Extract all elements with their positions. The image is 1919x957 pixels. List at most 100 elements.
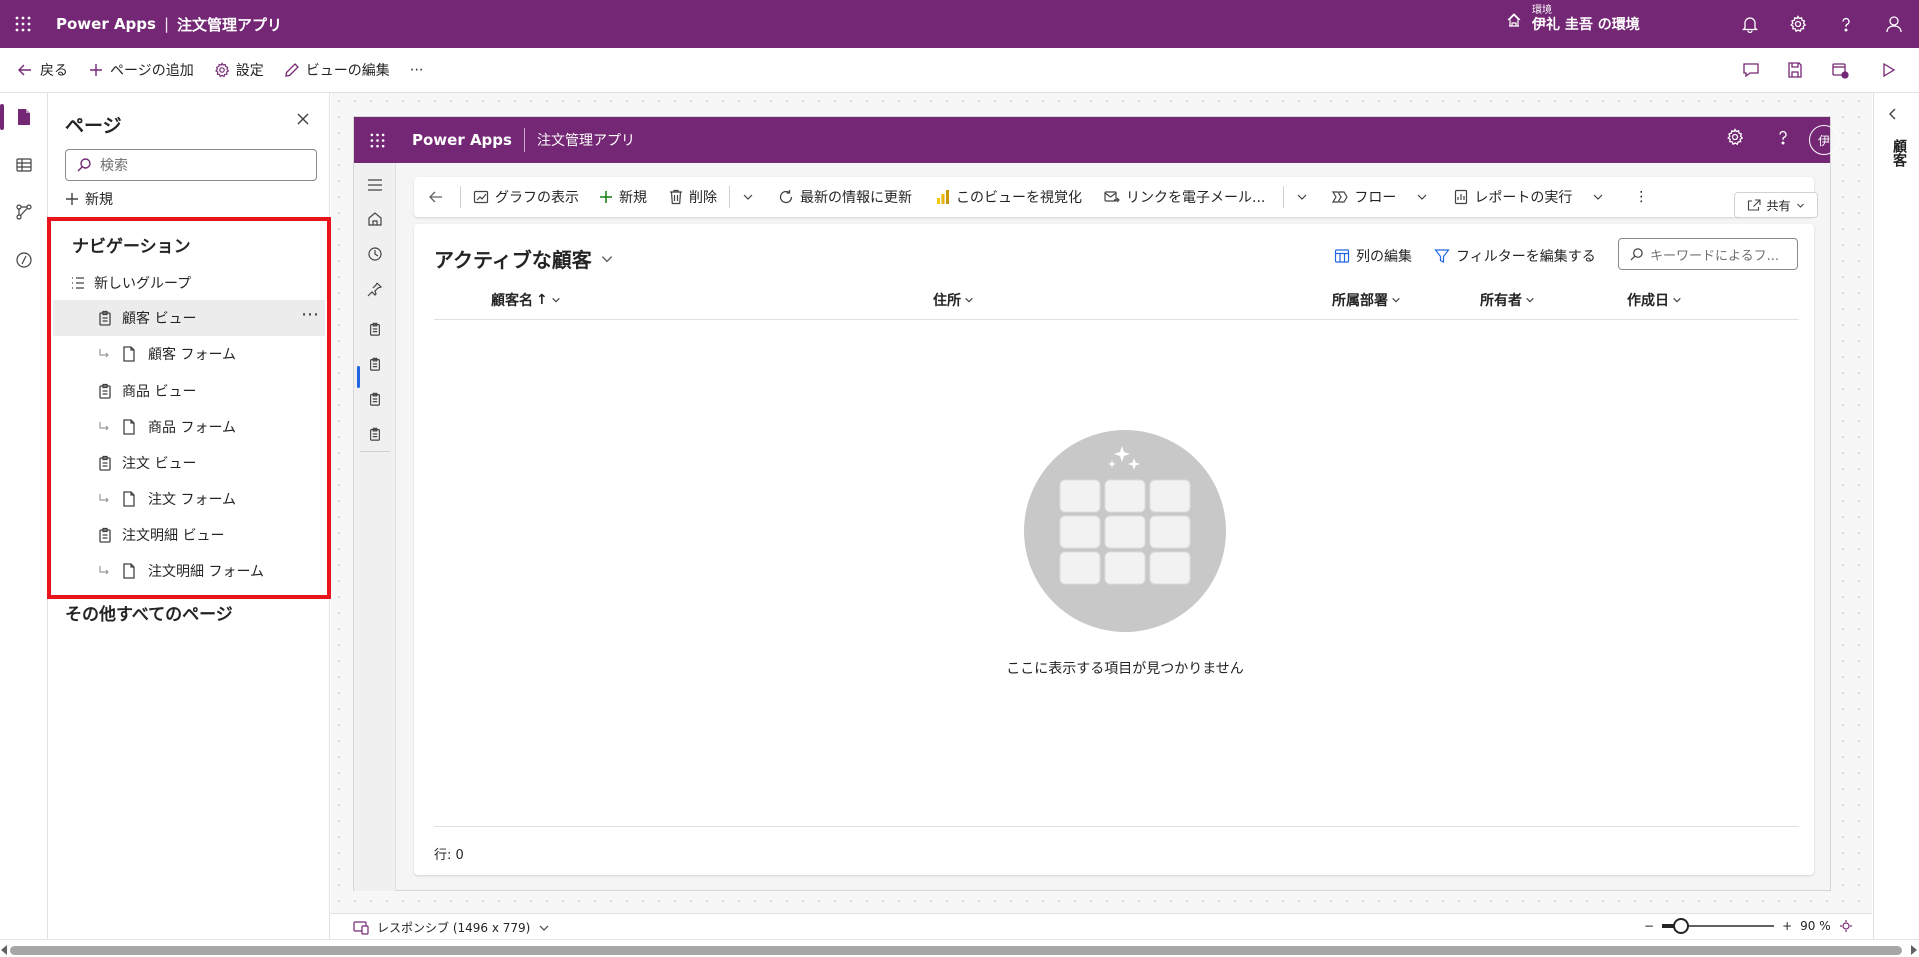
nav-item-order-form[interactable]: 注文 フォーム xyxy=(53,481,325,517)
add-page-button[interactable]: ページの追加 xyxy=(88,60,194,80)
delete-button[interactable]: 削除 xyxy=(669,187,717,207)
show-chart-label: グラフの表示 xyxy=(495,190,579,206)
keyword-filter-input[interactable]: キーワードによるフ... xyxy=(1618,238,1798,270)
add-page-label: ページの追加 xyxy=(110,63,194,79)
more-commands-button[interactable]: ⋯ xyxy=(410,62,424,78)
nav-item-product-form[interactable]: 商品 フォーム xyxy=(53,409,325,445)
view-selector[interactable]: アクティブな顧客 xyxy=(434,244,614,273)
refresh-button[interactable]: 最新の情報に更新 xyxy=(778,187,912,207)
group-list-icon xyxy=(72,277,84,289)
comments-icon[interactable] xyxy=(1739,58,1763,82)
zoom-slider-thumb[interactable] xyxy=(1673,918,1690,934)
show-chart-button[interactable]: グラフの表示 xyxy=(473,187,579,207)
zoom-in-button[interactable]: + xyxy=(1782,919,1792,933)
email-link-button[interactable]: リンクを電子メール... xyxy=(1104,187,1265,207)
settings-button[interactable]: 設定 xyxy=(214,60,264,80)
nav-item-order-detail-form[interactable]: 注文明細 フォーム xyxy=(53,553,325,589)
column-header-created-on[interactable]: 作成日 xyxy=(1627,290,1682,310)
notifications-icon[interactable] xyxy=(1738,12,1762,36)
column-header-customer-name[interactable]: 顧客名 ↑ xyxy=(491,290,561,310)
environment-picker[interactable]: 環境 伊礼 圭吾 の環境 xyxy=(1506,5,1640,34)
edit-columns-button[interactable]: 列の編集 xyxy=(1334,246,1412,266)
scroll-right-arrow-icon[interactable] xyxy=(1911,945,1917,955)
back-arrow-icon[interactable] xyxy=(428,189,444,205)
chart-icon xyxy=(473,190,489,204)
share-button[interactable]: 共有 xyxy=(1734,192,1818,218)
column-header-owner[interactable]: 所有者 xyxy=(1480,290,1535,310)
nav-group[interactable]: 新しいグループ xyxy=(70,273,191,293)
scroll-left-arrow-icon[interactable] xyxy=(1,945,7,955)
nav-item-order-view[interactable]: 注文 ビュー xyxy=(53,445,325,481)
responsive-size-picker[interactable]: レスポンシブ (1496 x 779) xyxy=(353,919,550,936)
nav-item-product-view[interactable]: 商品 ビュー xyxy=(53,373,325,409)
column-header-address[interactable]: 住所 xyxy=(933,290,974,310)
edit-view-button[interactable]: ビューの編集 xyxy=(284,60,390,80)
tables-icon[interactable] xyxy=(12,153,36,177)
refresh-label: 最新の情報に更新 xyxy=(800,190,912,206)
recent-icon[interactable] xyxy=(365,244,385,264)
chevron-down-icon xyxy=(965,297,973,303)
flow-button[interactable]: フロー xyxy=(1332,187,1428,207)
new-page-button[interactable]: 新規 xyxy=(65,189,113,209)
play-icon[interactable] xyxy=(1876,58,1900,82)
home-icon[interactable] xyxy=(365,209,385,229)
horizontal-scrollbar[interactable] xyxy=(0,939,1919,957)
edit-filters-button[interactable]: フィルターを編集する xyxy=(1434,246,1596,266)
all-other-pages-title[interactable]: その他すべてのページ xyxy=(65,600,233,625)
nav-item-label: 注文明細 ビュー xyxy=(122,528,225,544)
app-launcher-icon[interactable] xyxy=(0,0,46,48)
nav-item-order-detail-view[interactable]: 注文明細 ビュー xyxy=(53,517,325,553)
nav-item-customer-view[interactable]: 顧客 ビュー ⋯ xyxy=(53,300,325,336)
pages-icon[interactable] xyxy=(12,105,36,129)
account-icon[interactable] xyxy=(1882,12,1906,36)
app-launcher-icon[interactable] xyxy=(354,133,400,148)
sitemap-order-detail-view-icon[interactable] xyxy=(365,424,385,444)
publish-icon[interactable] xyxy=(1828,58,1852,82)
zoom-out-button[interactable]: − xyxy=(1644,919,1654,933)
sitemap-customer-view-icon[interactable] xyxy=(365,319,385,339)
pages-search-input[interactable]: 検索 xyxy=(65,149,317,181)
zoom-slider[interactable] xyxy=(1662,918,1775,934)
toolbar-separator xyxy=(460,186,461,208)
email-dropdown-chevron-icon[interactable] xyxy=(1296,191,1308,203)
device-icon xyxy=(353,920,369,935)
edit-filters-label: フィルターを編集する xyxy=(1456,249,1596,265)
scrollbar-thumb[interactable] xyxy=(10,946,1902,955)
hamburger-icon[interactable] xyxy=(365,175,385,195)
settings-gear-icon[interactable] xyxy=(1786,12,1810,36)
pinned-icon[interactable] xyxy=(365,279,385,299)
app-preview-name: 注文管理アプリ xyxy=(536,133,635,149)
app-settings-icon[interactable] xyxy=(1726,128,1744,146)
variables-icon[interactable] xyxy=(12,248,36,272)
plus-icon xyxy=(600,191,612,203)
expand-panel-chevron-icon[interactable] xyxy=(1886,107,1900,121)
view-icon xyxy=(99,383,111,399)
sitemap-product-view-icon[interactable] xyxy=(365,354,385,374)
flows-icon[interactable] xyxy=(12,200,36,224)
run-report-button[interactable]: レポートの実行 xyxy=(1454,187,1604,207)
delete-dropdown-chevron-icon[interactable] xyxy=(742,191,754,203)
pencil-icon xyxy=(284,63,299,77)
toolbar-separator xyxy=(1283,186,1285,208)
fit-to-screen-icon[interactable] xyxy=(1839,919,1853,933)
app-help-icon[interactable] xyxy=(1774,128,1792,146)
item-more-options[interactable]: ⋯ xyxy=(301,304,320,325)
app-command-bar: グラフの表示 新規 削除 最新の情報に更新 このビューを視覚化 リンクを電子メー… xyxy=(414,177,1814,217)
column-header-department[interactable]: 所属部署 xyxy=(1332,290,1401,310)
gear-icon xyxy=(214,62,230,78)
sitemap-order-view-icon[interactable] xyxy=(365,389,385,409)
chevron-down-icon xyxy=(1673,297,1681,303)
user-avatar[interactable]: 伊 xyxy=(1809,125,1839,155)
more-commands-button[interactable]: ⋮ xyxy=(1634,189,1648,205)
new-page-label: 新規 xyxy=(85,192,113,208)
child-arrow-icon xyxy=(99,422,109,431)
save-icon[interactable] xyxy=(1783,58,1807,82)
nav-item-customer-form[interactable]: 顧客 フォーム xyxy=(53,336,325,372)
back-button[interactable]: 戻る xyxy=(16,60,68,80)
close-panel-icon[interactable] xyxy=(295,111,311,127)
chevron-down-icon xyxy=(601,255,612,262)
new-record-button[interactable]: 新規 xyxy=(599,187,647,207)
view-title: アクティブな顧客 xyxy=(434,248,592,272)
help-icon[interactable] xyxy=(1834,12,1858,36)
visualize-view-button[interactable]: このビューを視覚化 xyxy=(936,187,1082,207)
